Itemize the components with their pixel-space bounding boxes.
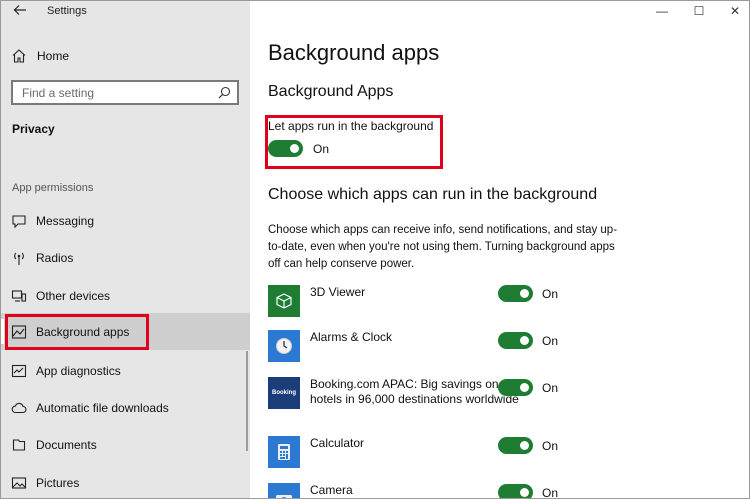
sidebar-item-messaging[interactable]: Messaging	[1, 202, 250, 239]
devices-icon	[11, 288, 27, 304]
calculator-icon	[268, 436, 300, 468]
picture-icon	[11, 475, 27, 491]
app-name: Booking.com APAC: Big savings on hotels …	[310, 377, 519, 406]
toggle-knob	[520, 383, 529, 392]
app-toggle-switch[interactable]	[498, 379, 533, 396]
sidebar-item-label: Documents	[36, 437, 97, 452]
back-arrow-icon[interactable]	[11, 3, 29, 21]
search-input[interactable]: Find a setting	[11, 80, 239, 105]
booking-logo-icon: Booking	[268, 377, 300, 409]
sidebar-item-pictures[interactable]: Pictures	[1, 464, 250, 498]
app-toggle-switch[interactable]	[498, 437, 533, 454]
maximize-button[interactable]: ☐	[691, 4, 707, 18]
app-toggle-state: On	[542, 486, 559, 499]
app-toggle-switch[interactable]	[498, 285, 533, 302]
section-title: Privacy	[12, 122, 55, 136]
document-icon	[11, 437, 27, 453]
window-title: Settings	[47, 5, 87, 17]
apps-heading: Choose which apps can run in the backgro…	[268, 186, 598, 203]
minimize-button[interactable]: —	[654, 4, 670, 18]
clock-icon	[268, 330, 300, 362]
master-toggle-switch[interactable]	[268, 140, 303, 157]
highlight-box-sidebar	[5, 314, 149, 350]
cube-icon	[268, 285, 300, 317]
sidebar: Settings Home Find a setting Privacy App…	[1, 1, 250, 498]
app-toggle-switch[interactable]	[498, 484, 533, 498]
app-name: Calculator	[310, 436, 365, 450]
diagnostics-icon	[11, 363, 27, 379]
toggle-knob	[290, 144, 299, 153]
app-name: Alarms & Clock	[310, 330, 393, 344]
radio-tower-icon	[11, 250, 27, 266]
section-subtitle: Background Apps	[268, 83, 394, 100]
app-name: Camera	[310, 483, 353, 497]
camera-icon	[268, 483, 300, 498]
sidebar-item-app-diagnostics[interactable]: App diagnostics	[1, 352, 250, 389]
selection-accent	[1, 319, 4, 344]
sidebar-item-documents[interactable]: Documents	[1, 426, 250, 463]
sidebar-item-radios[interactable]: Radios	[1, 239, 250, 276]
home-icon	[11, 48, 27, 64]
sidebar-item-automatic-file-downloads[interactable]: Automatic file downloads	[1, 389, 250, 426]
app-toggle-state: On	[542, 439, 559, 453]
app-toggle-state: On	[542, 287, 559, 301]
message-icon	[11, 213, 27, 229]
sidebar-item-label: App diagnostics	[36, 363, 121, 378]
sidebar-item-label: Radios	[36, 250, 74, 265]
sidebar-item-label: Pictures	[36, 475, 80, 490]
page-title: Background apps	[268, 40, 440, 65]
toggle-knob	[520, 488, 529, 497]
search-icon[interactable]	[218, 86, 231, 99]
cloud-icon	[11, 400, 27, 416]
search-placeholder: Find a setting	[22, 86, 95, 100]
sidebar-item-label: Messaging	[36, 213, 95, 228]
sidebar-item-label: Automatic file downloads	[36, 400, 169, 415]
home-nav-item[interactable]: Home	[11, 46, 69, 66]
toggle-knob	[520, 336, 529, 345]
close-button[interactable]: ✕	[727, 4, 743, 18]
toggle-knob	[520, 441, 529, 450]
sidebar-scrollbar[interactable]	[246, 351, 248, 451]
toggle-knob	[520, 289, 529, 298]
master-toggle-caption: Let apps run in the background	[268, 119, 434, 133]
main-content: — ☐ ✕ Background apps Background Apps Le…	[250, 1, 749, 499]
apps-description: Choose which apps can receive info, send…	[268, 224, 618, 270]
app-toggle-state: On	[542, 381, 559, 395]
sidebar-item-label: Other devices	[36, 288, 111, 303]
app-toggle-switch[interactable]	[498, 332, 533, 349]
settings-window: Settings Home Find a setting Privacy App…	[0, 0, 750, 499]
sidebar-item-other-devices[interactable]: Other devices	[1, 277, 250, 314]
master-toggle-state: On	[313, 142, 330, 156]
group-title: App permissions	[12, 182, 94, 194]
app-toggle-state: On	[542, 334, 559, 348]
app-name: 3D Viewer	[310, 285, 366, 299]
home-label: Home	[37, 49, 70, 63]
